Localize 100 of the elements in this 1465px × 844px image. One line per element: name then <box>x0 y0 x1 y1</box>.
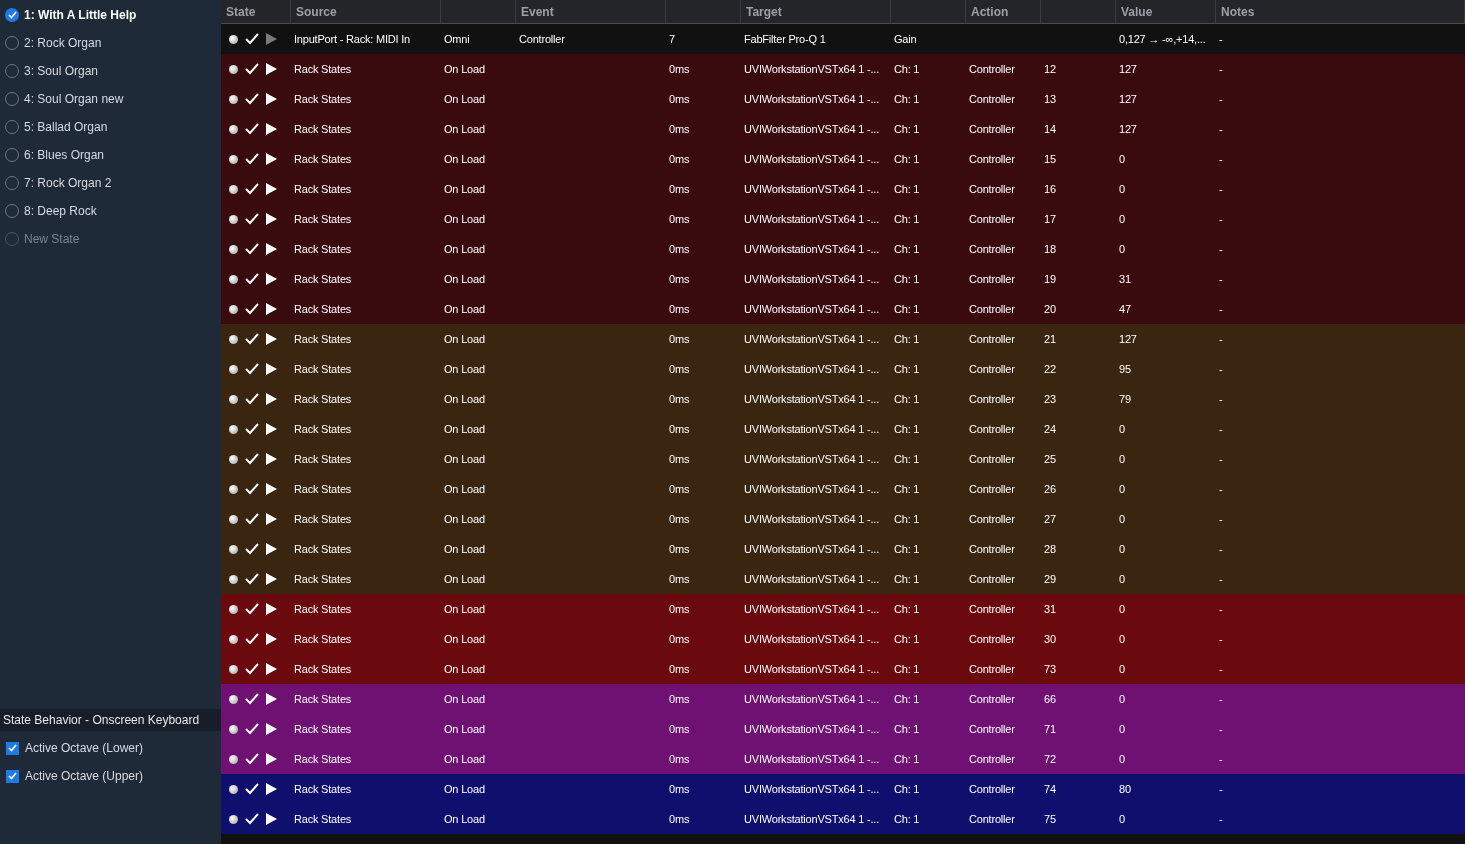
play-icon[interactable] <box>266 453 277 465</box>
table-row[interactable]: Rack States On Load 0ms UVIWorkstationVSTx64 1 -... Ch: 1 Controller 16 0 - <box>221 174 1465 204</box>
table-row[interactable]: Rack States On Load 0ms UVIWorkstationVSTx64 1 -... Ch: 1 Controller 23 79 - <box>221 384 1465 414</box>
state-item[interactable]: 1: With A Little Help <box>0 1 221 29</box>
check-icon[interactable] <box>245 753 259 765</box>
table-row[interactable]: Rack States On Load 0ms UVIWorkstationVSTx64 1 -... Ch: 1 Controller 27 0 - <box>221 504 1465 534</box>
check-icon[interactable] <box>245 663 259 675</box>
check-icon[interactable] <box>245 573 259 585</box>
state-item[interactable]: 4: Soul Organ new <box>0 85 221 113</box>
play-icon[interactable] <box>266 183 277 195</box>
check-icon[interactable] <box>245 33 259 45</box>
play-icon[interactable] <box>266 483 277 495</box>
state-item[interactable]: 7: Rock Organ 2 <box>0 169 221 197</box>
check-icon[interactable] <box>245 423 259 435</box>
play-icon[interactable] <box>266 213 277 225</box>
check-icon[interactable] <box>245 243 259 255</box>
check-icon[interactable] <box>245 453 259 465</box>
check-icon[interactable] <box>245 813 259 825</box>
table-row[interactable]: Rack States On Load 0ms UVIWorkstationVSTx64 1 -... Ch: 1 Controller 74 80 - <box>221 774 1465 804</box>
column-header[interactable]: Action <box>971 2 1009 21</box>
column-header[interactable]: State <box>226 2 256 21</box>
table-row[interactable]: Rack States On Load 0ms UVIWorkstationVSTx64 1 -... Ch: 1 Controller 75 0 - <box>221 804 1465 834</box>
table-cell: 31 <box>1119 272 1131 285</box>
checkbox[interactable] <box>6 769 19 783</box>
check-icon[interactable] <box>245 393 259 405</box>
play-icon[interactable] <box>266 63 277 75</box>
state-item[interactable]: 8: Deep Rock <box>0 197 221 225</box>
play-icon[interactable] <box>266 813 277 825</box>
check-icon[interactable] <box>245 303 259 315</box>
state-item[interactable]: 3: Soul Organ <box>0 57 221 85</box>
check-icon[interactable] <box>245 483 259 495</box>
table-cell: UVIWorkstationVSTx64 1 -... <box>744 182 879 195</box>
table-row[interactable]: Rack States On Load 0ms UVIWorkstationVSTx64 1 -... Ch: 1 Controller 72 0 - <box>221 744 1465 774</box>
table-row[interactable]: Rack States On Load 0ms UVIWorkstationVSTx64 1 -... Ch: 1 Controller 17 0 - <box>221 204 1465 234</box>
play-icon[interactable] <box>266 783 277 795</box>
column-header[interactable]: Value <box>1121 2 1153 21</box>
check-icon[interactable] <box>245 333 259 345</box>
play-icon[interactable] <box>266 723 277 735</box>
play-icon[interactable] <box>266 333 277 345</box>
table-row[interactable]: Rack States On Load 0ms UVIWorkstationVSTx64 1 -... Ch: 1 Controller 15 0 - <box>221 144 1465 174</box>
check-icon[interactable] <box>245 723 259 735</box>
check-icon[interactable] <box>245 153 259 165</box>
table-row[interactable]: Rack States On Load 0ms UVIWorkstationVSTx64 1 -... Ch: 1 Controller 13 127 - <box>221 84 1465 114</box>
radio-selected-icon[interactable] <box>5 8 19 22</box>
play-icon[interactable] <box>266 273 277 285</box>
check-icon[interactable] <box>245 513 259 525</box>
column-header[interactable]: Notes <box>1221 2 1255 21</box>
column-header[interactable]: Event <box>521 2 554 21</box>
play-icon[interactable] <box>266 603 277 615</box>
play-icon[interactable] <box>266 663 277 675</box>
table-row[interactable]: Rack States On Load 0ms UVIWorkstationVSTx64 1 -... Ch: 1 Controller 31 0 - <box>221 594 1465 624</box>
check-icon[interactable] <box>245 213 259 225</box>
checkbox[interactable] <box>6 741 19 755</box>
play-icon[interactable] <box>266 243 277 255</box>
check-icon[interactable] <box>245 273 259 285</box>
table-row[interactable]: Rack States On Load 0ms UVIWorkstationVSTx64 1 -... Ch: 1 Controller 25 0 - <box>221 444 1465 474</box>
play-icon[interactable] <box>266 303 277 315</box>
play-icon[interactable] <box>266 633 277 645</box>
column-header[interactable]: Source <box>296 2 337 21</box>
table-row[interactable]: Rack States On Load 0ms UVIWorkstationVSTx64 1 -... Ch: 1 Controller 19 31 - <box>221 264 1465 294</box>
table-row[interactable]: Rack States On Load 0ms UVIWorkstationVSTx64 1 -... Ch: 1 Controller 21 127 - <box>221 324 1465 354</box>
play-icon[interactable] <box>266 393 277 405</box>
check-icon[interactable] <box>245 603 259 615</box>
column-header[interactable]: Target <box>746 2 782 21</box>
check-icon[interactable] <box>245 123 259 135</box>
state-item[interactable]: New State <box>0 225 221 253</box>
table-row[interactable]: Rack States On Load 0ms UVIWorkstationVSTx64 1 -... Ch: 1 Controller 26 0 - <box>221 474 1465 504</box>
play-icon[interactable] <box>266 153 277 165</box>
table-row[interactable]: Rack States On Load 0ms UVIWorkstationVSTx64 1 -... Ch: 1 Controller 30 0 - <box>221 624 1465 654</box>
table-row[interactable]: Rack States On Load 0ms UVIWorkstationVSTx64 1 -... Ch: 1 Controller 29 0 - <box>221 564 1465 594</box>
state-item[interactable]: 2: Rock Organ <box>0 29 221 57</box>
check-icon[interactable] <box>245 633 259 645</box>
play-icon[interactable] <box>266 693 277 705</box>
table-row[interactable]: Rack States On Load 0ms UVIWorkstationVSTx64 1 -... Ch: 1 Controller 73 0 - <box>221 654 1465 684</box>
play-icon[interactable] <box>266 543 277 555</box>
table-row[interactable]: Rack States On Load 0ms UVIWorkstationVSTx64 1 -... Ch: 1 Controller 22 95 - <box>221 354 1465 384</box>
table-row[interactable]: Rack States On Load 0ms UVIWorkstationVSTx64 1 -... Ch: 1 Controller 66 0 - <box>221 684 1465 714</box>
check-icon[interactable] <box>245 363 259 375</box>
table-row[interactable]: Rack States On Load 0ms UVIWorkstationVSTx64 1 -... Ch: 1 Controller 14 127 - <box>221 114 1465 144</box>
play-icon[interactable] <box>266 123 277 135</box>
table-row[interactable]: Rack States On Load 0ms UVIWorkstationVSTx64 1 -... Ch: 1 Controller 18 0 - <box>221 234 1465 264</box>
check-icon[interactable] <box>245 693 259 705</box>
table-row[interactable]: Rack States On Load 0ms UVIWorkstationVSTx64 1 -... Ch: 1 Controller 71 0 - <box>221 714 1465 744</box>
state-item[interactable]: 5: Ballad Organ <box>0 113 221 141</box>
play-icon[interactable] <box>266 363 277 375</box>
table-row[interactable]: Rack States On Load 0ms UVIWorkstationVSTx64 1 -... Ch: 1 Controller 28 0 - <box>221 534 1465 564</box>
play-icon[interactable] <box>266 423 277 435</box>
check-icon[interactable] <box>245 63 259 75</box>
check-icon[interactable] <box>245 783 259 795</box>
state-item[interactable]: 6: Blues Organ <box>0 141 221 169</box>
play-icon[interactable] <box>266 93 277 105</box>
table-row[interactable]: Rack States On Load 0ms UVIWorkstationVSTx64 1 -... Ch: 1 Controller 20 47 - <box>221 294 1465 324</box>
check-icon[interactable] <box>245 543 259 555</box>
table-row[interactable]: Rack States On Load 0ms UVIWorkstationVSTx64 1 -... Ch: 1 Controller 12 127 - <box>221 54 1465 84</box>
check-icon[interactable] <box>245 93 259 105</box>
play-icon[interactable] <box>266 753 277 765</box>
play-icon[interactable] <box>266 573 277 585</box>
table-row[interactable]: Rack States On Load 0ms UVIWorkstationVSTx64 1 -... Ch: 1 Controller 24 0 - <box>221 414 1465 444</box>
play-icon[interactable] <box>266 513 277 525</box>
check-icon[interactable] <box>245 183 259 195</box>
